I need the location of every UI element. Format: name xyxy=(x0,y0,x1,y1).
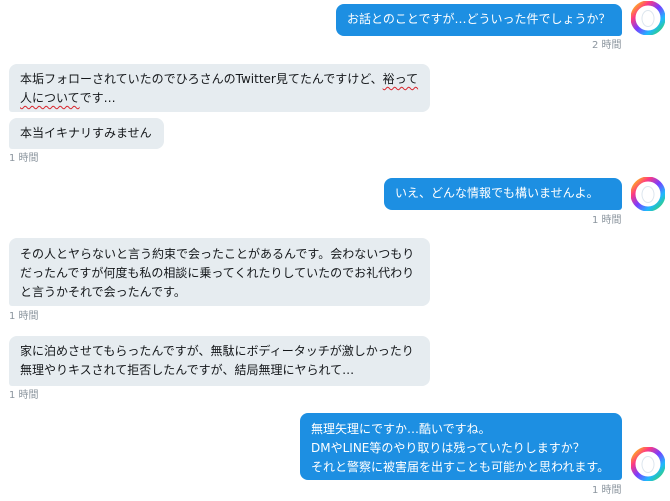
avatar[interactable] xyxy=(631,447,665,481)
rainbow-ring-avatar-icon xyxy=(631,1,665,35)
message-timestamp: 1 時間 xyxy=(9,153,39,164)
message-bubble: 本垢フォローされていたのでひろさんのTwitter見てたんですけど、裕って人につ… xyxy=(9,64,430,112)
avatar[interactable] xyxy=(631,177,665,211)
message-timestamp: 2 時間 xyxy=(592,40,622,51)
message-bubble: その人とヤらないと言う約束で会ったことがあるんです。会わないつもりだったんですが… xyxy=(9,238,430,306)
message-timestamp: 1 時間 xyxy=(9,390,39,401)
message-text: 本垢フォローされていたのでひろさんのTwitter見てたんですけど、 xyxy=(20,72,383,86)
avatar[interactable] xyxy=(631,1,665,35)
message-bubble: 家に泊めさせてもらったんですが、無駄にボディータッチが激しかったり無理やりキスさ… xyxy=(9,336,430,386)
message-text: です… xyxy=(79,91,116,105)
message-timestamp: 1 時間 xyxy=(9,311,39,322)
rainbow-ring-avatar-icon xyxy=(631,447,665,481)
dm-conversation: お話とのことですが…どういった件でしょうか？ 2 時間 本垢フォローされていたの… xyxy=(0,0,670,501)
message-timestamp: 1 時間 xyxy=(592,485,622,496)
message-timestamp: 1 時間 xyxy=(592,215,622,226)
rainbow-ring-avatar-icon xyxy=(631,177,665,211)
message-bubble: いえ、どんな情報でも構いませんよ。 xyxy=(384,178,622,210)
message-sent[interactable]: いえ、どんな情報でも構いませんよ。 xyxy=(384,178,622,210)
message-received[interactable]: 本垢フォローされていたのでひろさんのTwitter見てたんですけど、裕って人につ… xyxy=(9,64,430,112)
message-bubble: 本当イキナリすみません xyxy=(9,118,164,149)
message-received[interactable]: その人とヤらないと言う約束で会ったことがあるんです。会わないつもりだったんですが… xyxy=(9,238,430,306)
message-bubble: 無理矢理にですか…酷いですね。 DMやLINE等のやり取りは残っていたりしますか… xyxy=(300,413,622,480)
message-sent[interactable]: 無理矢理にですか…酷いですね。 DMやLINE等のやり取りは残っていたりしますか… xyxy=(300,413,622,480)
message-received[interactable]: 本当イキナリすみません xyxy=(9,118,164,149)
message-bubble: お話とのことですが…どういった件でしょうか？ xyxy=(336,4,622,36)
message-received[interactable]: 家に泊めさせてもらったんですが、無駄にボディータッチが激しかったり無理やりキスさ… xyxy=(9,336,430,386)
message-sent[interactable]: お話とのことですが…どういった件でしょうか？ xyxy=(336,4,622,36)
